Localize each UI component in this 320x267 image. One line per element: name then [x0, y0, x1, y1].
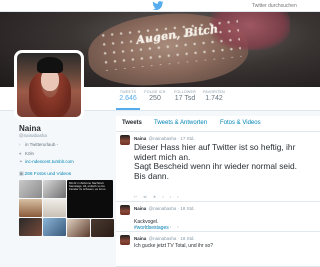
avatar-beanie [37, 57, 63, 73]
media-thumbnail[interactable] [43, 180, 66, 198]
media-thumbnail[interactable] [67, 219, 90, 237]
top-navigation-bar [0, 0, 320, 12]
tab-tweets-replies[interactable]: Tweets & Antworten [154, 120, 207, 126]
search-input[interactable] [250, 1, 316, 10]
tweet-text: Dieser Hass hier auf Twitter ist so heft… [134, 142, 297, 181]
favorite-icon[interactable]: ★ [153, 224, 163, 229]
profile-website-row[interactable]: ⚭ inc-ndescent.tumblr.com [19, 159, 74, 165]
profile-location: Köln [25, 151, 35, 156]
stat-value: 2.646 [119, 95, 137, 102]
profile-bio-row: › in Twitterurlaub - [19, 142, 58, 147]
profile-name[interactable]: Naina [19, 124, 41, 133]
profile-location-row: ⌖ Köln [19, 151, 34, 156]
thumbnail-caption: Mit dir in Zeitzone Nachtzeit Samstags, … [69, 181, 106, 192]
stat-value: 250 [149, 95, 161, 102]
more-icon[interactable]: ••• [162, 224, 184, 229]
stat-tweets[interactable]: TWEETS 2.646 [116, 90, 140, 110]
tweet-author-handle[interactable]: @nainabasha [149, 136, 177, 141]
twitter-bird-icon[interactable] [151, 1, 165, 11]
reply-icon[interactable]: ↩ [134, 194, 143, 199]
stat-label: FOLGE ICH [144, 90, 166, 94]
media-thumbnail[interactable] [43, 199, 66, 217]
tweet-header: Naina @nainabasha · 17 Std. [134, 136, 195, 141]
tweet-actions: ↩⇄★••• [134, 224, 185, 229]
media-thumbnail[interactable] [43, 218, 66, 236]
profile-handle[interactable]: @nainabasha [19, 133, 47, 138]
tweet-text: Ich gucke jetzt TV Total, und ihr so? [134, 243, 214, 249]
photos-videos-link[interactable]: ▣266 Fotos und Videos [19, 172, 71, 177]
stat-value: 17 Tsd [174, 95, 196, 102]
stat-label: FOLLOWER [174, 90, 196, 94]
tweet-avatar[interactable] [120, 205, 130, 215]
tweet-author-handle[interactable]: @nainabasha [149, 206, 177, 211]
media-thumbnail[interactable] [19, 180, 42, 198]
media-thumbnail[interactable] [19, 218, 42, 236]
tweet-header: Naina @nainabasha · 18 Std. [134, 206, 195, 211]
tweet-avatar[interactable] [120, 235, 130, 245]
tweet-header: Naina @nainabasha · 18 Std. [134, 236, 195, 241]
tweet-author-name[interactable]: Naina [134, 236, 146, 241]
timeline-tabs: Tweets Tweets & Antworten Fotos & Videos [116, 116, 320, 132]
stat-followers[interactable]: FOLLOWER 17 Tsd [172, 90, 198, 110]
favorite-icon[interactable]: ★ [153, 194, 163, 199]
profile-bio: in Twitterurlaub - [25, 142, 59, 147]
reply-icon[interactable]: ↩ [134, 224, 143, 229]
retweet-icon[interactable]: ⇄ [143, 194, 152, 199]
tweet-item[interactable]: Naina @nainabasha · 18 Std. Ich gucke je… [116, 232, 320, 267]
tab-tweets[interactable]: Tweets [122, 120, 142, 126]
stat-label: FAVORITEN [203, 90, 225, 94]
more-icon[interactable]: ••• [162, 194, 184, 199]
stat-value: 1.742 [205, 95, 223, 102]
tweet-time[interactable]: 18 Std. [180, 236, 194, 241]
tweet-author-handle[interactable]: @nainabasha [149, 236, 177, 241]
media-thumbnail[interactable] [91, 219, 114, 237]
tweet-actions: ↩⇄★••• [134, 194, 185, 199]
photos-videos-label[interactable]: 266 Fotos und Videos [25, 172, 72, 177]
stat-following[interactable]: FOLGE ICH 250 [143, 90, 167, 110]
stat-label: TWEETS [119, 90, 137, 94]
media-thumbnail[interactable] [19, 199, 42, 217]
tab-photos-videos[interactable]: Fotos & Videos [220, 120, 261, 126]
media-thumbnail-text[interactable]: Mit dir in Zeitzone Nachtzeit Samstags, … [67, 180, 113, 218]
tweet-avatar[interactable] [120, 135, 130, 145]
profile-website[interactable]: inc-ndescent.tumblr.com [25, 159, 74, 164]
tweet-time[interactable]: 18 Std. [180, 206, 194, 211]
profile-avatar[interactable] [14, 50, 84, 120]
retweet-icon[interactable]: ⇄ [143, 224, 152, 229]
media-thumbnail-grid: Mit dir in Zeitzone Nachtzeit Samstags, … [19, 180, 115, 266]
tweet-item[interactable]: Naina @nainabasha · 17 Std. Dieser Hass … [116, 132, 320, 202]
tweet-time[interactable]: 17 Std. [180, 136, 194, 141]
camera-icon: ▣ [19, 172, 24, 177]
tweet-author-name[interactable]: Naina [134, 136, 146, 141]
tweet-item[interactable]: Naina @nainabasha · 18 Std. Kackvogel. #… [116, 202, 320, 232]
stat-favorites[interactable]: FAVORITEN 1.742 [201, 90, 227, 110]
tweet-author-name[interactable]: Naina [134, 206, 146, 211]
